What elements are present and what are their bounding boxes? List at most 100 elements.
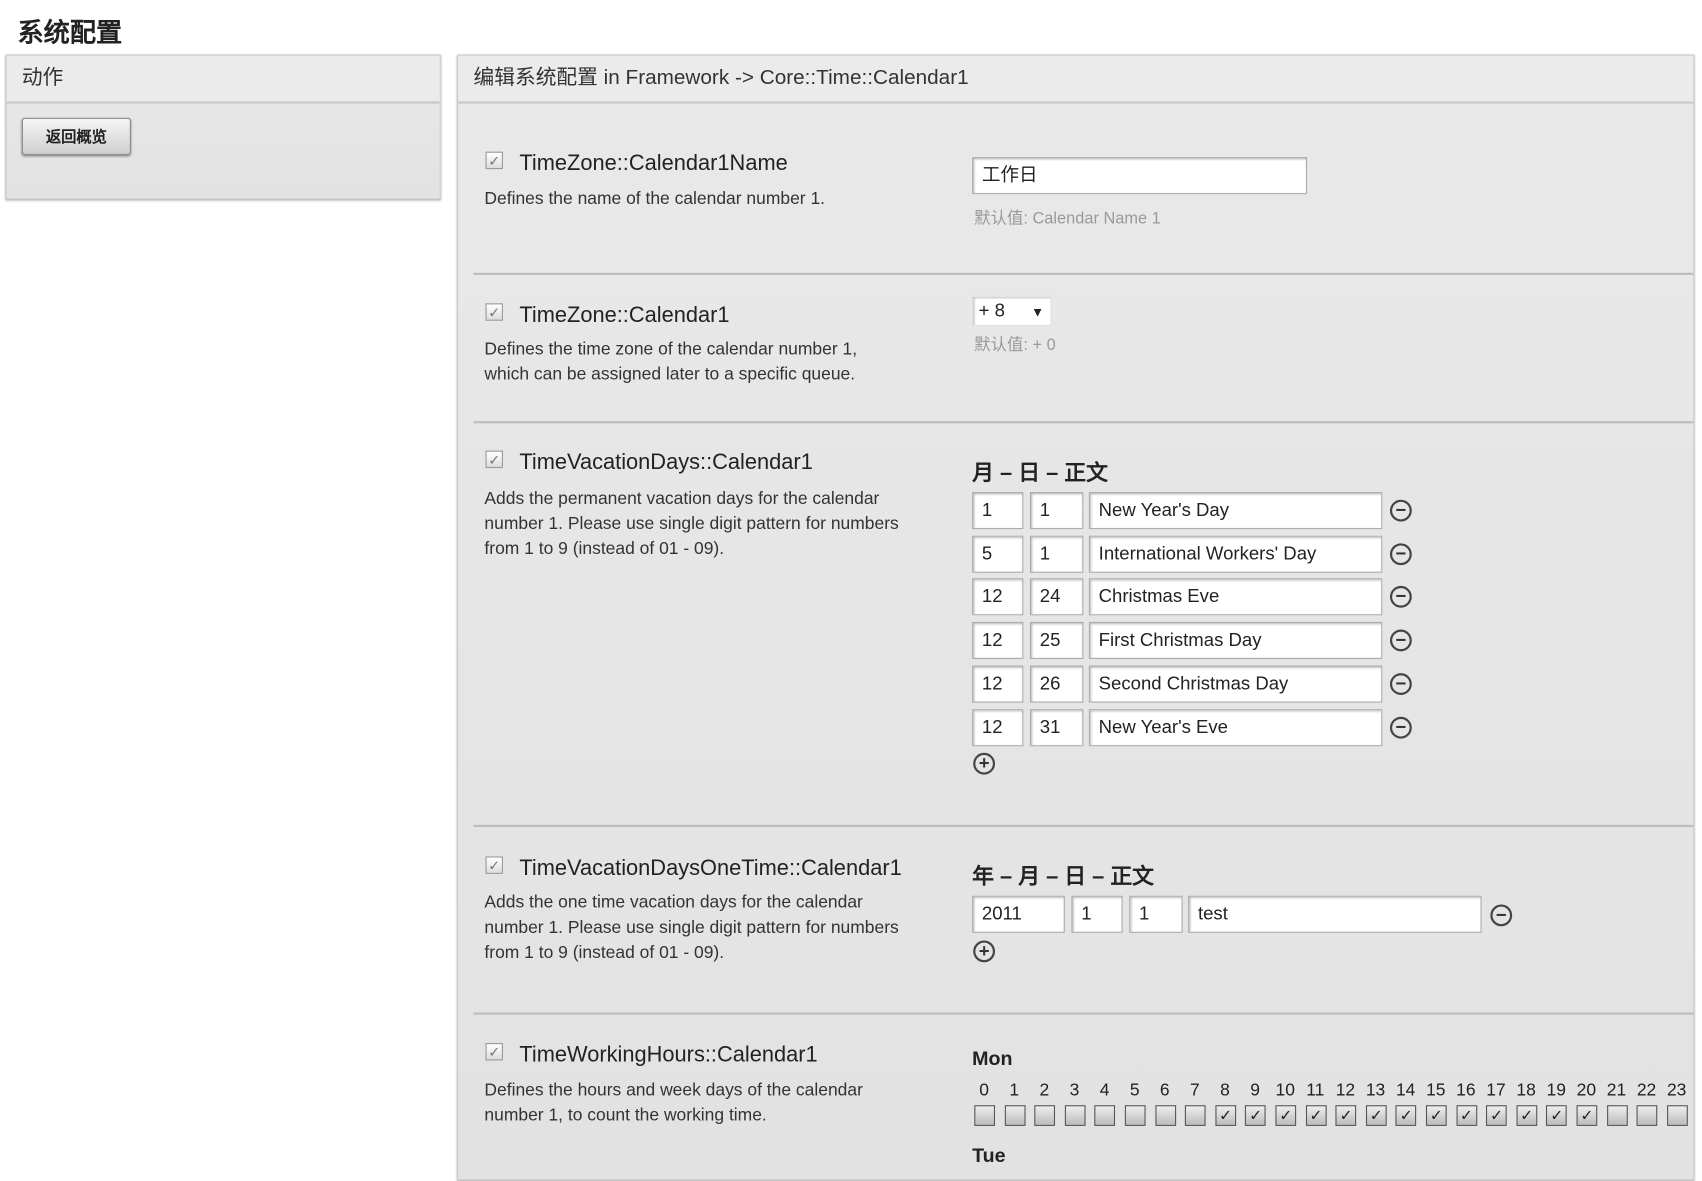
timezone-select[interactable]: + 8 ▼ [972,295,1052,327]
hour-checkbox[interactable]: ✓ [1335,1105,1357,1126]
hour-checkbox[interactable]: ✓ [1516,1105,1538,1126]
hour-checkbox[interactable]: ✓ [1395,1105,1417,1126]
divider [473,824,1694,828]
text-input[interactable]: Christmas Eve [1088,578,1383,616]
hour-label: 6 [1159,1081,1170,1100]
calendar-name-input[interactable]: 工作日 [972,157,1308,195]
day-input[interactable]: 24 [1029,578,1084,616]
actions-header: 动作 [6,55,440,104]
default-value: 默认值: Calendar Name 1 [974,209,1161,229]
setting-name: TimeVacationDays::Calendar1 [519,450,813,475]
year-input[interactable]: 2011 [972,895,1065,933]
month-input[interactable]: 1 [972,492,1024,530]
hour-checkbox[interactable] [1185,1105,1206,1126]
setting-enabled-checkbox[interactable]: ✓ [485,151,503,170]
hour-checkbox[interactable]: ✓ [1275,1105,1297,1126]
hour-checkbox[interactable] [1606,1105,1628,1126]
setting-enabled-checkbox[interactable]: ✓ [485,856,503,874]
plus-circle-icon[interactable]: + [973,752,996,775]
text-input[interactable]: International Workers' Day [1088,535,1383,573]
hour-checkbox[interactable] [1064,1105,1086,1126]
hour-label: 8 [1220,1081,1230,1100]
hour-label: 22 [1636,1081,1657,1100]
month-input[interactable]: 12 [972,708,1024,746]
hour-checkbox[interactable] [1004,1105,1026,1126]
description-line: from 1 to 9 (instead of 01 - 09). [484,943,725,963]
hour-checkbox[interactable] [1094,1105,1116,1126]
edit-header: 编辑系统配置 in Framework -> Core::Time::Calen… [458,55,1694,104]
hour-checkbox[interactable] [1034,1105,1056,1126]
hour-label: 20 [1576,1081,1597,1100]
hour-checkbox[interactable]: ✓ [1486,1105,1507,1126]
hour-checkbox[interactable] [1636,1105,1658,1126]
hour-checkbox[interactable]: ✓ [1215,1105,1236,1126]
setting-enabled-checkbox[interactable]: ✓ [485,1043,503,1061]
default-value: 默认值: + 0 [974,336,1056,355]
text-input[interactable]: First Christmas Day [1088,621,1383,660]
hour-label: 0 [979,1081,989,1100]
description-line: from 1 to 9 (instead of 01 - 09). [484,540,725,559]
hour-checkbox[interactable] [1666,1105,1688,1126]
description-line: Defines the time zone of the calendar nu… [484,340,858,359]
day-input[interactable]: 25 [1029,621,1084,660]
hour-label: 19 [1546,1081,1566,1100]
minus-circle-icon[interactable]: − [1389,672,1412,695]
description-line: Adds the one time vacation days for the … [484,893,863,913]
hour-label: 2 [1039,1081,1050,1100]
text-input[interactable]: test [1188,895,1482,933]
text-input[interactable]: Second Christmas Day [1088,665,1383,703]
text-input[interactable]: New Year's Eve [1088,708,1383,746]
hour-checkbox[interactable]: ✓ [1245,1105,1267,1126]
day-input[interactable]: 26 [1029,665,1084,703]
month-input[interactable]: 12 [972,621,1024,660]
hour-checkbox[interactable]: ✓ [1305,1105,1327,1126]
minus-circle-icon[interactable]: − [1389,586,1412,609]
description-line: number 1, to count the working time. [484,1106,767,1125]
setting-description: Defines the hours and week days of the c… [484,1078,953,1128]
description-line: which can be assigned later to a specifi… [484,365,856,385]
hour-checkbox[interactable] [1124,1105,1146,1126]
hour-checkbox[interactable] [1154,1105,1176,1126]
setting-enabled-checkbox[interactable]: ✓ [485,450,503,469]
text-input[interactable]: New Year's Day [1088,492,1383,530]
hour-label: 5 [1129,1081,1140,1100]
hour-label: 17 [1486,1081,1506,1100]
minus-circle-icon[interactable]: − [1389,499,1412,522]
month-input[interactable]: 12 [972,578,1024,616]
setting-name: TimeZone::Calendar1 [519,303,730,328]
hour-label: 12 [1335,1081,1356,1100]
divider [473,421,1694,424]
hour-checkbox[interactable]: ✓ [1425,1105,1447,1126]
hour-checkbox[interactable]: ✓ [1576,1105,1598,1126]
month-input[interactable]: 1 [1071,895,1123,933]
day-input[interactable]: 1 [1129,895,1183,933]
hour-checkbox[interactable]: ✓ [1456,1105,1477,1126]
edit-panel: 编辑系统配置 in Framework -> Core::Time::Calen… [457,54,1695,1181]
back-to-overview-button[interactable]: 返回概览 [21,117,131,155]
plus-circle-icon[interactable]: + [973,940,996,963]
day-input[interactable]: 31 [1029,708,1084,746]
setting-enabled-checkbox[interactable]: ✓ [485,303,503,321]
minus-circle-icon[interactable]: − [1389,542,1412,565]
hour-checkbox[interactable] [974,1105,996,1126]
month-input[interactable]: 12 [972,665,1024,703]
hour-checkbox[interactable]: ✓ [1365,1105,1387,1126]
description-line: number 1. Please use single digit patter… [484,918,899,938]
chevron-down-icon: ▼ [1031,304,1045,320]
column-header: 月 – 日 – 正文 [972,461,1108,486]
hour-label: 4 [1099,1081,1110,1100]
description-line: Defines the hours and week days of the c… [484,1081,863,1100]
setting-description: Defines the name of the calendar number … [484,187,953,212]
setting-name: TimeZone::Calendar1Name [519,151,788,176]
month-input[interactable]: 5 [972,535,1024,573]
description-line: number 1. Please use single digit patter… [484,514,899,534]
setting-name: TimeVacationDaysOneTime::Calendar1 [519,856,902,881]
minus-circle-icon[interactable]: − [1389,716,1412,739]
minus-circle-icon[interactable]: − [1389,629,1412,652]
page-title: 系统配置 [17,18,123,49]
hour-checkbox[interactable]: ✓ [1546,1105,1568,1126]
minus-circle-icon[interactable]: − [1490,904,1513,927]
hour-label: 18 [1516,1081,1536,1100]
day-input[interactable]: 1 [1029,535,1084,573]
day-input[interactable]: 1 [1029,492,1084,530]
